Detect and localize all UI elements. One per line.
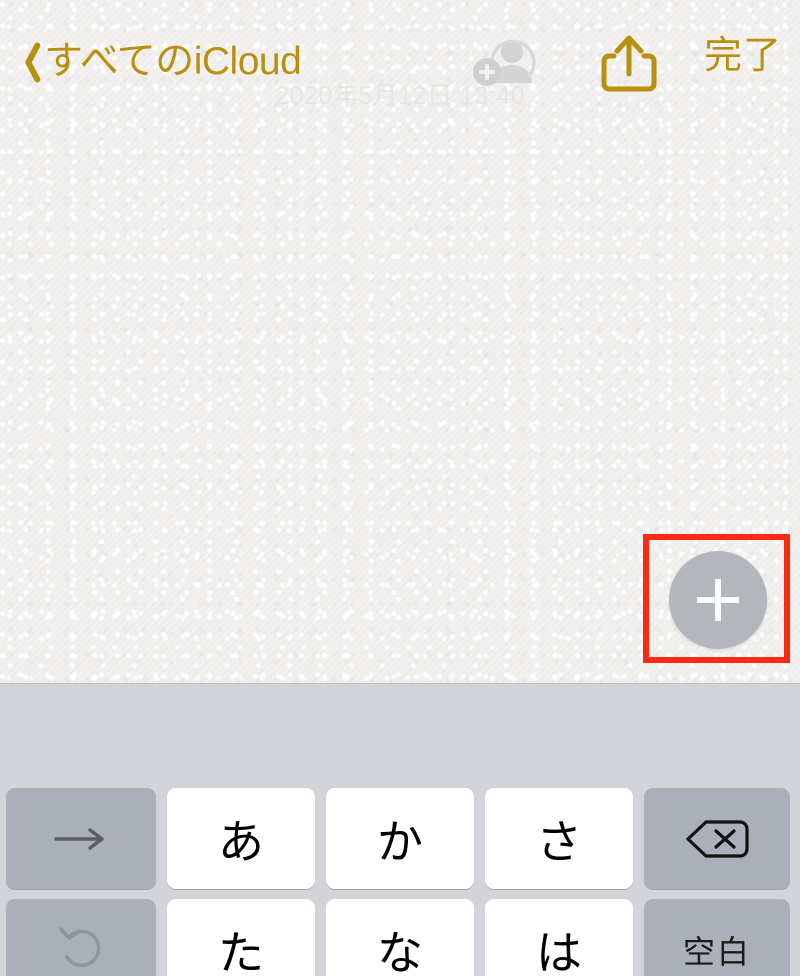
share-icon: [601, 35, 657, 92]
undo-icon: [59, 926, 101, 967]
key-ha[interactable]: は: [485, 899, 633, 976]
key-ka[interactable]: か: [326, 788, 474, 889]
back-button-label: すべてのiCloud: [44, 39, 302, 83]
key-delete[interactable]: [644, 788, 790, 889]
share-button[interactable]: [600, 32, 658, 94]
backspace-icon: [686, 819, 749, 858]
key-cursor-right[interactable]: [6, 788, 156, 889]
key-space[interactable]: 空白: [644, 899, 790, 976]
keyboard-row-1: あ か さ: [0, 788, 800, 889]
key-a[interactable]: あ: [167, 788, 315, 889]
navigation-bar: すべてのiCloud 2020年5月12日 13:40 完了: [0, 0, 800, 110]
keyboard-row-2: た な は 空白: [0, 899, 800, 976]
arrow-right-icon: [54, 827, 104, 850]
phone-screen: すべてのiCloud 2020年5月12日 13:40 完了 あ か さ た な…: [0, 0, 800, 976]
add-note-fab[interactable]: [669, 551, 767, 649]
add-person-button[interactable]: [470, 36, 540, 90]
key-ta[interactable]: た: [167, 899, 315, 976]
note-timestamp: 2020年5月12日 13:40: [275, 82, 525, 110]
done-button[interactable]: 完了: [704, 34, 782, 80]
key-sa[interactable]: さ: [485, 788, 633, 889]
add-person-icon: [473, 39, 536, 86]
key-undo[interactable]: [6, 899, 156, 976]
key-na[interactable]: な: [326, 899, 474, 976]
software-keyboard: あ か さ た な は 空白: [0, 683, 800, 976]
